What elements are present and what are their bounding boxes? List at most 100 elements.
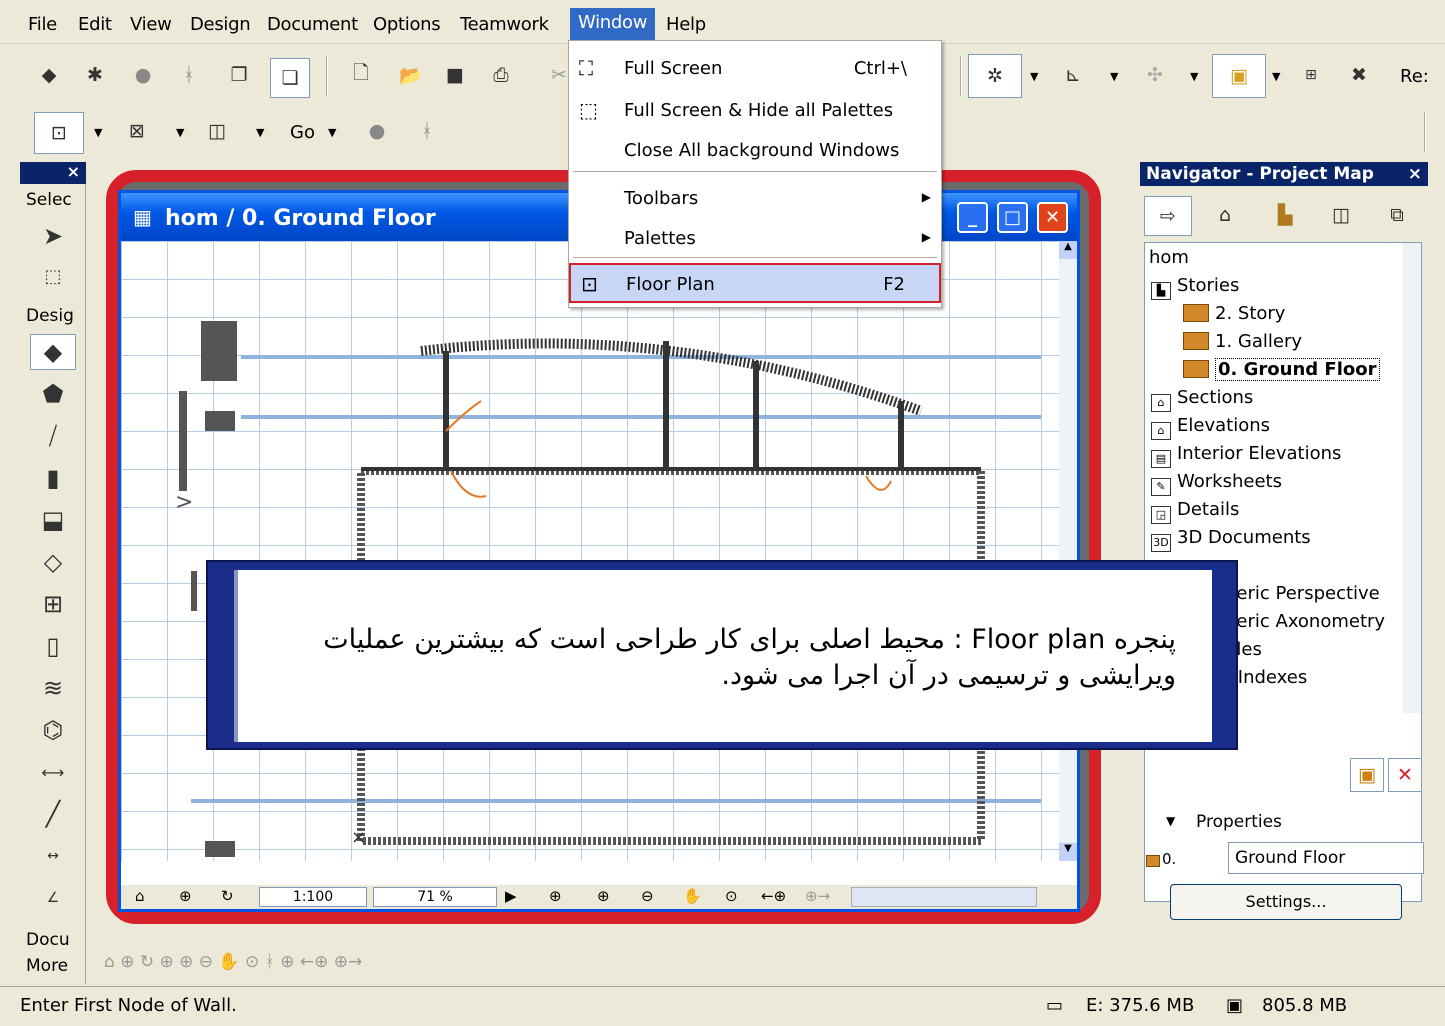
- design-section-label[interactable]: Desig: [26, 306, 74, 326]
- menu-item-palettes[interactable]: Palettes ▶: [569, 219, 941, 257]
- slab-tool-icon[interactable]: ⬟: [30, 376, 76, 412]
- zoom-out-icon[interactable]: ⊖: [641, 887, 654, 905]
- navigator-title-bar[interactable]: Navigator - Project Map ×: [1140, 162, 1428, 186]
- menu-window[interactable]: Window: [570, 8, 656, 40]
- menu-design[interactable]: Design: [190, 14, 251, 35]
- menu-item-full-screen-hide-palettes[interactable]: ⬚ Full Screen & Hide all Palettes: [569, 91, 941, 129]
- zoom-field[interactable]: 71 %: [373, 887, 497, 907]
- print-icon[interactable]: ⎙: [486, 60, 516, 90]
- object-tool-icon[interactable]: ⌬: [30, 712, 76, 748]
- drawing-canvas[interactable]: > ×: [121, 241, 1065, 861]
- maximize-button[interactable]: □: [997, 202, 1028, 233]
- zoom-window-icon[interactable]: ⊕: [179, 887, 192, 905]
- door-tool-icon[interactable]: ▯: [30, 628, 76, 664]
- menu-teamwork[interactable]: Teamwork: [460, 14, 549, 35]
- grid-snap-icon[interactable]: ✣: [1140, 60, 1170, 90]
- chevron-down-icon[interactable]: ▼: [176, 126, 184, 139]
- menu-options[interactable]: Options: [373, 14, 441, 35]
- go-label[interactable]: Go: [290, 122, 315, 143]
- minimize-button[interactable]: _: [957, 202, 988, 233]
- tree-item-story[interactable]: 1. Gallery: [1183, 331, 1302, 352]
- more-section-label[interactable]: More: [26, 956, 68, 976]
- menu-edit[interactable]: Edit: [78, 14, 112, 35]
- layer-combo-icon[interactable]: ▣: [1212, 54, 1266, 98]
- marquee-icon[interactable]: ⬚: [30, 258, 76, 294]
- document-section-label[interactable]: Docu: [26, 930, 70, 950]
- chevron-down-icon[interactable]: ▼: [1110, 70, 1118, 83]
- navigator-close-button[interactable]: ×: [1408, 162, 1422, 186]
- fit-window-icon[interactable]: ⊙: [725, 887, 738, 905]
- delete-icon[interactable]: ✕: [1388, 758, 1422, 792]
- settings-button[interactable]: Settings...: [1170, 884, 1402, 920]
- tree-item-axonometry[interactable]: neric Axonometry: [1225, 611, 1385, 632]
- close-button[interactable]: ✕: [1037, 202, 1068, 233]
- dimension-tool-icon[interactable]: ⟷: [30, 754, 76, 790]
- scroll-up-icon[interactable]: ▲: [1059, 241, 1077, 259]
- tree-item-interior-elevations[interactable]: ▤ Interior Elevations: [1151, 443, 1341, 468]
- chevron-down-icon[interactable]: ▼: [1030, 70, 1038, 83]
- open-folder-icon[interactable]: 📂: [396, 60, 426, 90]
- snap-icon[interactable]: ✲: [968, 54, 1022, 98]
- properties-label[interactable]: Properties: [1196, 812, 1282, 832]
- menu-file[interactable]: File: [28, 14, 57, 35]
- stair-tool-icon[interactable]: ≋: [30, 670, 76, 706]
- menu-view[interactable]: View: [130, 14, 172, 35]
- roof-tool-icon[interactable]: ⬓: [30, 502, 76, 538]
- layout-view-icon[interactable]: ◫: [202, 116, 232, 146]
- chevron-down-icon[interactable]: ▼: [94, 126, 102, 139]
- vertical-scrollbar[interactable]: ▲ ▼: [1059, 241, 1077, 861]
- chevron-down-icon[interactable]: ▼: [328, 126, 336, 139]
- chevron-down-icon[interactable]: ▼: [256, 126, 264, 139]
- save-icon[interactable]: ■: [440, 60, 470, 90]
- tree-vertical-scrollbar[interactable]: [1403, 243, 1421, 713]
- render-icon[interactable]: ✱: [80, 60, 110, 90]
- toolbox-close-button[interactable]: ×: [20, 162, 86, 184]
- view-map-icon[interactable]: ▙: [1270, 200, 1300, 230]
- tree-item-story-selected[interactable]: 0. Ground Floor: [1183, 358, 1380, 381]
- triangle-down-icon[interactable]: ▼: [1166, 814, 1175, 828]
- sun-icon[interactable]: ●: [128, 60, 158, 90]
- menu-item-toolbars[interactable]: Toolbars ▶: [569, 179, 941, 217]
- beam-tool-icon[interactable]: ⧸: [30, 418, 76, 454]
- zoom-plus-icon[interactable]: ⊕: [549, 887, 562, 905]
- angle-dimension-icon[interactable]: ∠: [30, 880, 76, 916]
- zoom-in-icon[interactable]: ⊕: [597, 887, 610, 905]
- menu-item-floor-plan[interactable]: ⊡ Floor Plan F2: [569, 263, 941, 303]
- scroll-down-icon[interactable]: ▼: [1059, 843, 1077, 861]
- redraw-icon[interactable]: ↻: [221, 887, 234, 905]
- chevron-down-icon[interactable]: ▼: [1190, 70, 1198, 83]
- mesh-tool-icon[interactable]: ◇: [30, 544, 76, 580]
- orbit-icon[interactable]: ●: [362, 116, 392, 146]
- tree-item-worksheets[interactable]: ✎ Worksheets: [1151, 471, 1282, 496]
- previous-zoom-icon[interactable]: ←⊕: [761, 887, 786, 905]
- tree-item-sections[interactable]: ⌂ Sections: [1151, 387, 1253, 412]
- level-dimension-icon[interactable]: ↔: [30, 838, 76, 874]
- tree-item-elevations[interactable]: ⌂ Elevations: [1151, 415, 1270, 440]
- new-file-icon[interactable]: 🗋: [346, 60, 376, 90]
- cross-icon[interactable]: ✖: [1344, 60, 1374, 90]
- tree-item-stories[interactable]: ▙ Stories: [1151, 275, 1239, 300]
- section-view-icon[interactable]: ⊠: [122, 116, 152, 146]
- story-name-field[interactable]: Ground Floor: [1228, 842, 1424, 874]
- horizontal-scrollbar[interactable]: [851, 887, 1037, 907]
- play-icon[interactable]: ▶: [505, 887, 517, 905]
- menu-item-full-screen[interactable]: ⛶ Full Screen Ctrl+\: [569, 49, 941, 87]
- arrow-icon[interactable]: ➤: [30, 218, 76, 254]
- menu-document[interactable]: Document: [267, 14, 358, 35]
- chevron-down-icon[interactable]: ▼: [1272, 70, 1280, 83]
- layers-icon[interactable]: ❐: [224, 60, 254, 90]
- menu-help[interactable]: Help: [666, 14, 706, 35]
- tree-item-details[interactable]: ◲ Details: [1151, 499, 1239, 524]
- publisher-icon[interactable]: ⧉: [1382, 200, 1412, 230]
- walk-icon[interactable]: ᚼ: [174, 60, 204, 90]
- walk-icon[interactable]: ᚼ: [412, 116, 442, 146]
- 3d-window-icon[interactable]: ◆: [34, 60, 64, 90]
- next-zoom-icon[interactable]: ⊕→: [805, 887, 830, 905]
- tree-item-perspective[interactable]: neric Perspective: [1225, 583, 1380, 604]
- select-section-label[interactable]: Selec: [26, 190, 72, 210]
- pan-hand-icon[interactable]: ✋: [683, 887, 702, 905]
- tree-item-3d-documents[interactable]: 3D 3D Documents: [1151, 527, 1311, 552]
- scale-field[interactable]: 1:100: [259, 887, 367, 907]
- floorplan-view-icon[interactable]: ⊡: [34, 112, 84, 154]
- window-tool-icon[interactable]: ⊞: [30, 586, 76, 622]
